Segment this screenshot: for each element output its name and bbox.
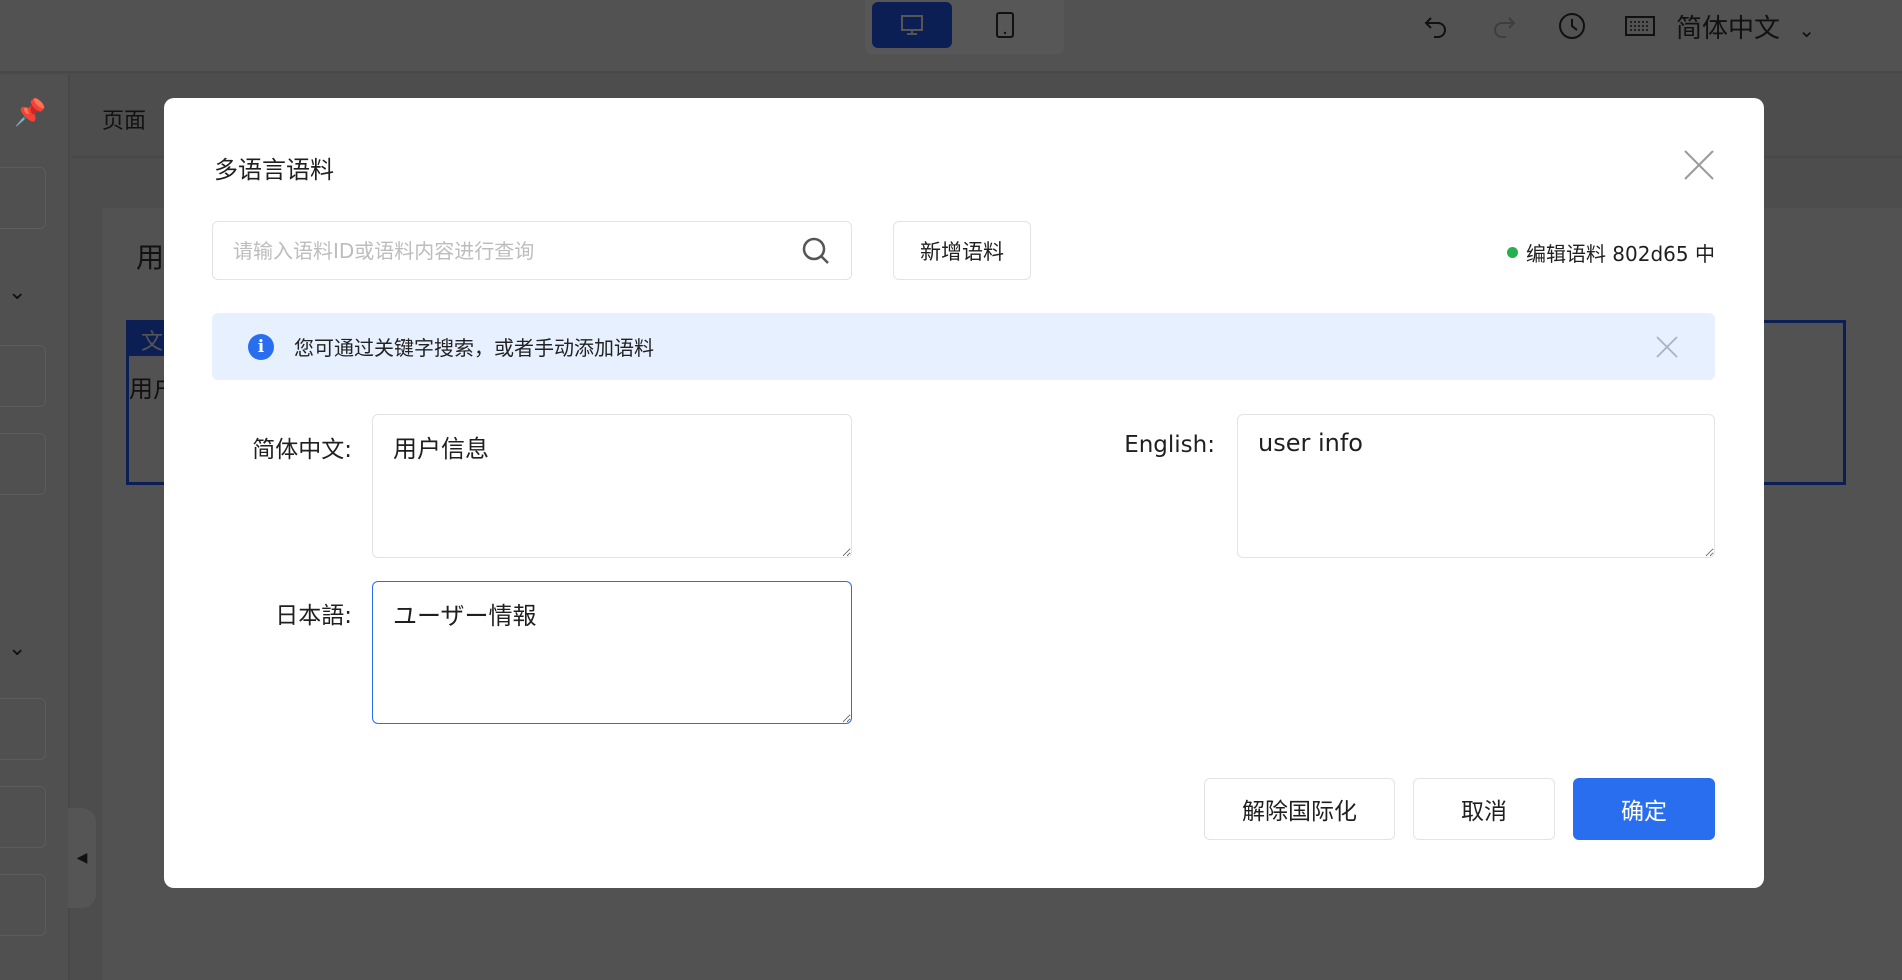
info-icon: i [248, 333, 274, 360]
sidebar-search-box[interactable] [0, 167, 46, 229]
sidebar-item[interactable] [0, 786, 46, 848]
redo-button[interactable] [1488, 10, 1520, 42]
confirm-button[interactable]: 确定 [1573, 778, 1715, 840]
desktop-view-button[interactable] [872, 2, 952, 48]
i18n-dialog: 多语言语料 新增语料 编辑语料 802d65 中 i 您可通过关键字搜索，或者手… [164, 98, 1764, 888]
language-label: 简体中文 [1676, 14, 1781, 44]
desktop-icon [901, 15, 923, 35]
sidebar-item[interactable] [0, 345, 46, 407]
history-icon [1559, 13, 1585, 39]
label-english: English: [1124, 432, 1215, 458]
japanese-textarea[interactable]: ユーザー情報 [372, 581, 852, 724]
zh-cn-textarea[interactable]: 用户信息 [372, 414, 852, 558]
tablet-view-button[interactable] [965, 2, 1045, 48]
collapse-sidebar-button[interactable]: ◀ [68, 808, 96, 908]
page-tab[interactable]: 页面 [102, 103, 146, 135]
chevron-down-icon: ⌄ [1798, 18, 1816, 42]
close-alert-icon[interactable] [1655, 335, 1679, 359]
sidebar-item[interactable] [0, 433, 46, 495]
status-dot [1506, 247, 1518, 258]
language-selector[interactable]: 简体中文 ⌄ [1676, 8, 1815, 45]
sidebar-item[interactable] [0, 874, 46, 936]
search-field[interactable] [212, 221, 852, 280]
sidebar-item[interactable] [0, 698, 46, 760]
close-button[interactable] [1682, 148, 1716, 182]
search-input[interactable] [233, 238, 801, 263]
redo-icon [1494, 17, 1516, 38]
english-textarea[interactable]: user info [1237, 414, 1715, 558]
pin-icon[interactable]: 📌 [14, 98, 46, 128]
close-icon [1684, 150, 1714, 180]
edit-status: 编辑语料 802d65 中 [1506, 238, 1715, 267]
keyboard-icon [1625, 16, 1655, 36]
remove-i18n-button[interactable]: 解除国际化 [1204, 778, 1395, 840]
device-switcher [865, 0, 1064, 54]
panel-title: 用 [136, 241, 165, 274]
table-header: 文 [129, 320, 169, 356]
undo-icon [1424, 17, 1446, 38]
add-corpus-button[interactable]: 新增语料 [893, 221, 1031, 280]
tablet-icon [996, 12, 1014, 38]
undo-button[interactable] [1420, 10, 1452, 42]
search-icon[interactable] [801, 236, 831, 266]
chevron-down-icon[interactable]: ⌄ [8, 280, 26, 305]
cancel-button[interactable]: 取消 [1413, 778, 1555, 840]
chevron-down-icon[interactable]: ⌄ [8, 636, 26, 661]
keyboard-button[interactable] [1624, 10, 1656, 42]
info-text: 您可通过关键字搜索，或者手动添加语料 [294, 336, 654, 360]
info-alert: i 您可通过关键字搜索，或者手动添加语料 [212, 313, 1715, 380]
status-text: 编辑语料 802d65 中 [1525, 242, 1715, 266]
dialog-title: 多语言语料 [214, 156, 334, 184]
label-japanese: 日本語: [275, 603, 352, 629]
history-button[interactable] [1556, 10, 1588, 42]
label-zh-cn: 简体中文: [252, 437, 352, 463]
